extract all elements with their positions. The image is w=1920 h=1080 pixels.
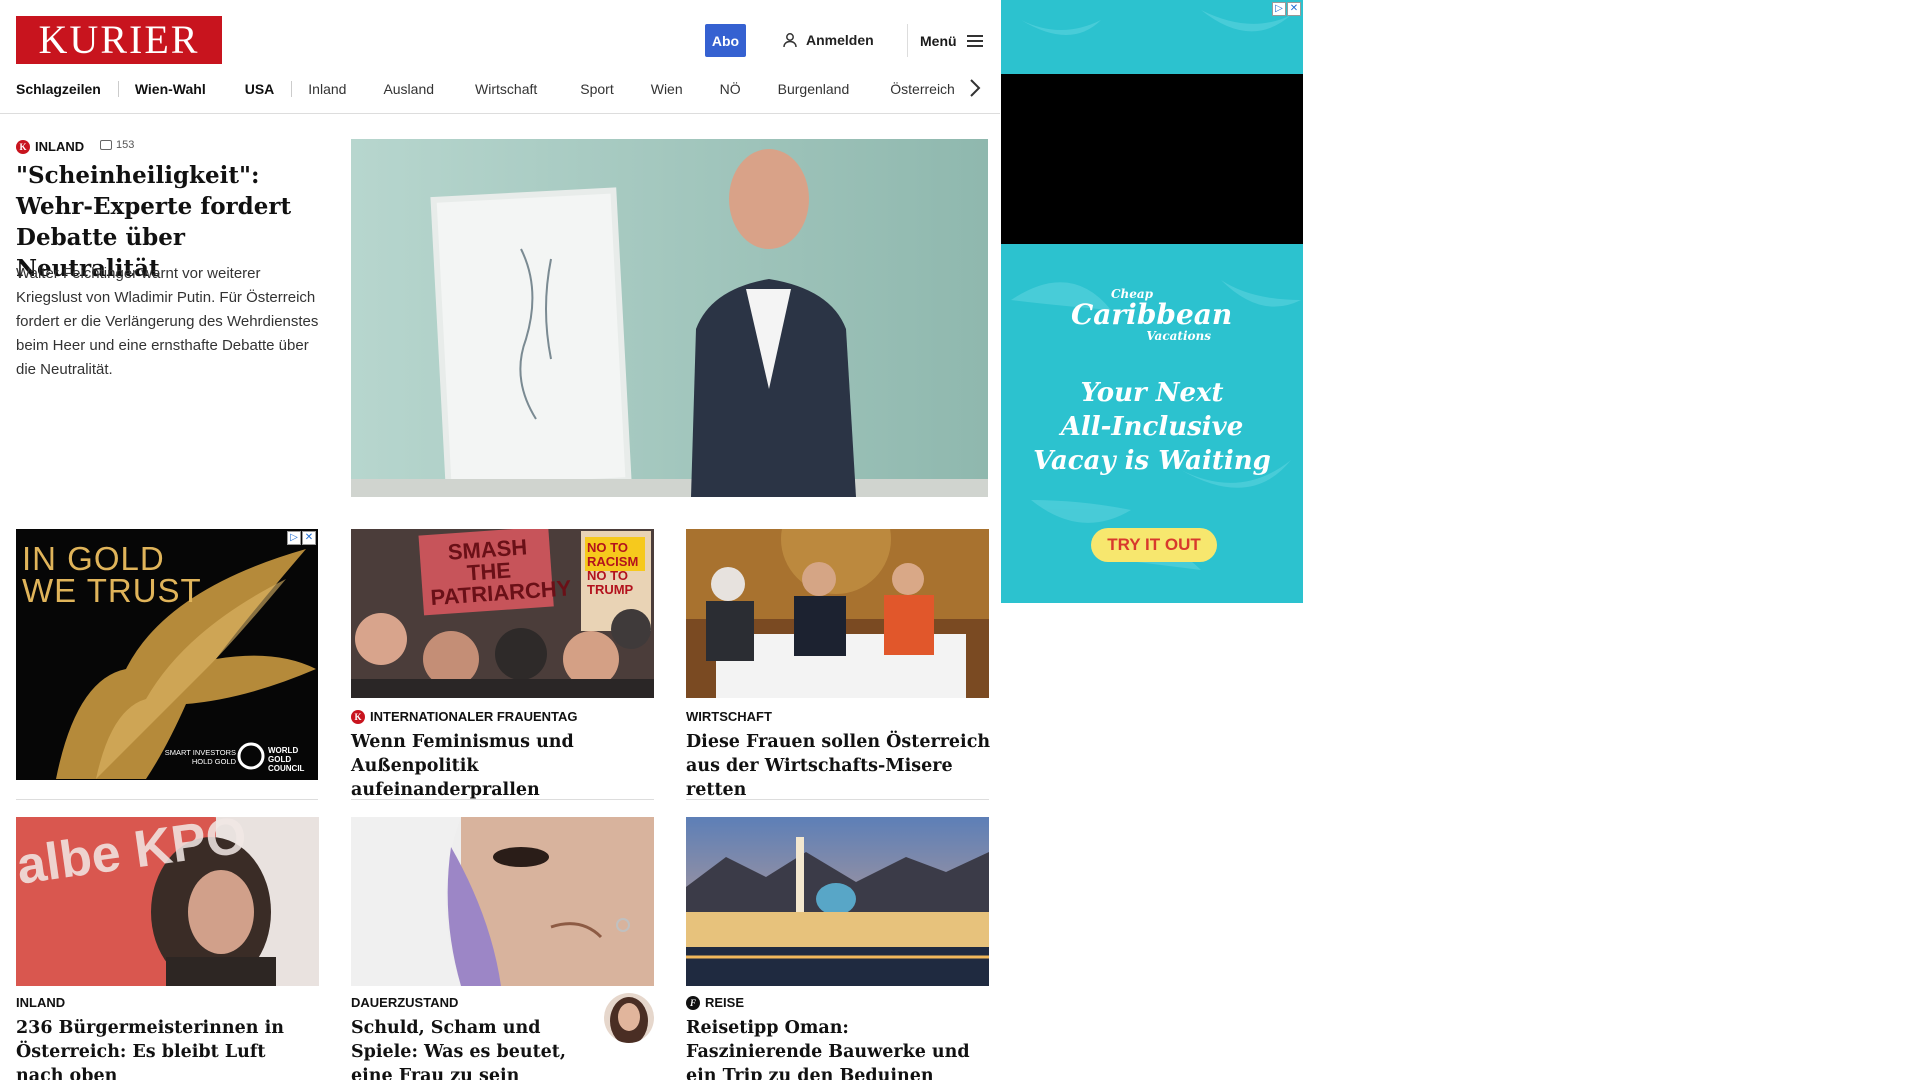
teaser-headline[interactable]: Reisetipp Oman: Faszinierende Bauwerke u…: [686, 1016, 976, 1080]
teaser-kicker-label: INTERNATIONALER FRAUENTAG: [370, 709, 578, 724]
login-button[interactable]: Anmelden: [782, 30, 874, 50]
teaser-image-wirtschaft[interactable]: [686, 529, 989, 698]
nav-item-wien-wahl[interactable]: Wien-Wahl: [119, 81, 223, 97]
gold-advertisement[interactable]: ▷ ✕ IN GOLD WE TRUST SMART INVESTORS HOL…: [16, 529, 318, 780]
lead-kicker[interactable]: K INLAND: [16, 139, 84, 154]
logo-text: KURIER: [38, 17, 200, 62]
kurier-badge-icon: K: [16, 139, 30, 154]
caribbean-advertisement[interactable]: ▷ ✕ Cheap Caribbean Vacations Your Next …: [1001, 0, 1303, 603]
freizeit-badge-icon: f: [686, 995, 700, 1010]
sign-text-racism: NO TO RACISM NO TO TRUMP: [587, 540, 639, 597]
ad-choices-icon[interactable]: ▷: [1272, 2, 1286, 16]
teaser-image-dauerzustand[interactable]: [351, 817, 654, 986]
lead-comment-count: 153: [116, 139, 135, 151]
teaser-kicker[interactable]: K INTERNATIONALER FRAUENTAG: [351, 709, 578, 724]
nav-item-schlagzeilen[interactable]: Schlagzeilen: [16, 81, 118, 97]
nav-item-oesterreich[interactable]: Österreich: [874, 81, 972, 97]
nav-divider-line: [0, 113, 1000, 114]
teaser-headline[interactable]: Diese Frauen sollen Österreich aus der W…: [686, 730, 991, 802]
teaser-image-frauentag[interactable]: SMASH THE PATRIARCHY NO TO RACISM NO TO …: [351, 529, 654, 698]
nav-item-usa[interactable]: USA: [223, 81, 292, 97]
login-label: Anmelden: [806, 32, 874, 48]
teaser-kicker[interactable]: WIRTSCHAFT: [686, 709, 772, 724]
ad-choices-controls[interactable]: ▷ ✕: [1272, 2, 1301, 16]
ad-close-icon[interactable]: ✕: [302, 531, 316, 545]
nav-scroll-chevron-right-icon[interactable]: [968, 78, 988, 98]
gold-ad-headline: IN GOLD WE TRUST: [22, 540, 202, 609]
section-nav: Schlagzeilen Wien-Wahl USA Inland Auslan…: [16, 78, 1026, 100]
abo-button[interactable]: Abo: [705, 24, 746, 57]
teaser-headline[interactable]: Wenn Feminismus und Außenpolitik aufeina…: [351, 730, 651, 802]
nav-item-wien[interactable]: Wien: [635, 81, 704, 97]
nav-item-wirtschaft[interactable]: Wirtschaft: [459, 81, 565, 97]
caribbean-ad-line1: Your Next: [1080, 378, 1224, 408]
ad-close-icon[interactable]: ✕: [1287, 2, 1301, 16]
teaser-kicker[interactable]: f REISE: [686, 995, 744, 1010]
gold-ad-line1: IN GOLD: [22, 540, 165, 577]
nav-item-ausland[interactable]: Ausland: [363, 81, 460, 97]
menu-label: Menü: [920, 32, 957, 49]
teaser-divider: [351, 799, 654, 800]
teaser-kicker[interactable]: DAUERZUSTAND: [351, 995, 458, 1010]
lead-kicker-label: INLAND: [35, 139, 85, 154]
user-icon: [783, 33, 797, 48]
gold-ad-brand: WORLD GOLD COUNCIL: [268, 746, 305, 773]
caribbean-cta-button[interactable]: TRY IT OUT: [1091, 528, 1217, 562]
kurier-logo[interactable]: KURIER: [16, 16, 222, 64]
caribbean-ad-headline: Your Next All-Inclusive Vacay is Waiting: [1001, 376, 1303, 478]
caribbean-logo: Cheap Caribbean Vacations: [1071, 288, 1233, 343]
teaser-image-buergermeisterinnen[interactable]: albe KPÖ: [16, 817, 319, 986]
ad-choices-controls[interactable]: ▷ ✕: [287, 531, 316, 545]
caribbean-ad-line3: Vacay is Waiting: [1033, 446, 1271, 476]
nav-item-sport[interactable]: Sport: [564, 81, 635, 97]
caribbean-logo-line3: Vacations: [1146, 329, 1211, 343]
author-avatar[interactable]: [604, 993, 654, 1043]
hamburger-icon: [966, 32, 983, 50]
nav-item-burgenland[interactable]: Burgenland: [762, 81, 875, 97]
gold-ad-line2: WE TRUST: [22, 572, 202, 609]
comment-icon: [100, 140, 112, 150]
kurier-badge-icon: K: [351, 709, 365, 724]
teaser-divider: [686, 799, 989, 800]
teaser-headline[interactable]: 236 Bürgermeisterinnen in Österreich: Es…: [16, 1016, 306, 1080]
teaser-kicker[interactable]: INLAND: [16, 995, 65, 1010]
lead-teaser-text: Walter Feichtinger warnt vor weiterer Kr…: [16, 265, 319, 378]
menu-button[interactable]: Menü: [907, 24, 983, 57]
gold-ad-tagline: SMART INVESTORS HOLD GOLD: [164, 748, 236, 766]
teaser-kicker-label: REISE: [705, 995, 745, 1010]
caribbean-ad-line2: All-Inclusive: [1060, 412, 1244, 442]
caribbean-logo-line2: Caribbean: [1071, 298, 1233, 331]
teaser-image-oman[interactable]: [686, 817, 989, 986]
nav-item-inland[interactable]: Inland: [292, 81, 364, 97]
nav-item-noe[interactable]: NÖ: [704, 81, 762, 97]
lead-comments[interactable]: 153: [100, 139, 134, 151]
teaser-divider: [16, 799, 318, 800]
lead-image[interactable]: [351, 139, 988, 497]
ad-choices-icon[interactable]: ▷: [287, 531, 301, 545]
teaser-headline[interactable]: Schuld, Scham und Spiele: Was es beutet,…: [351, 1016, 601, 1080]
sign-text-patriarchy: SMASH THE PATRIARCHY: [429, 534, 573, 611]
